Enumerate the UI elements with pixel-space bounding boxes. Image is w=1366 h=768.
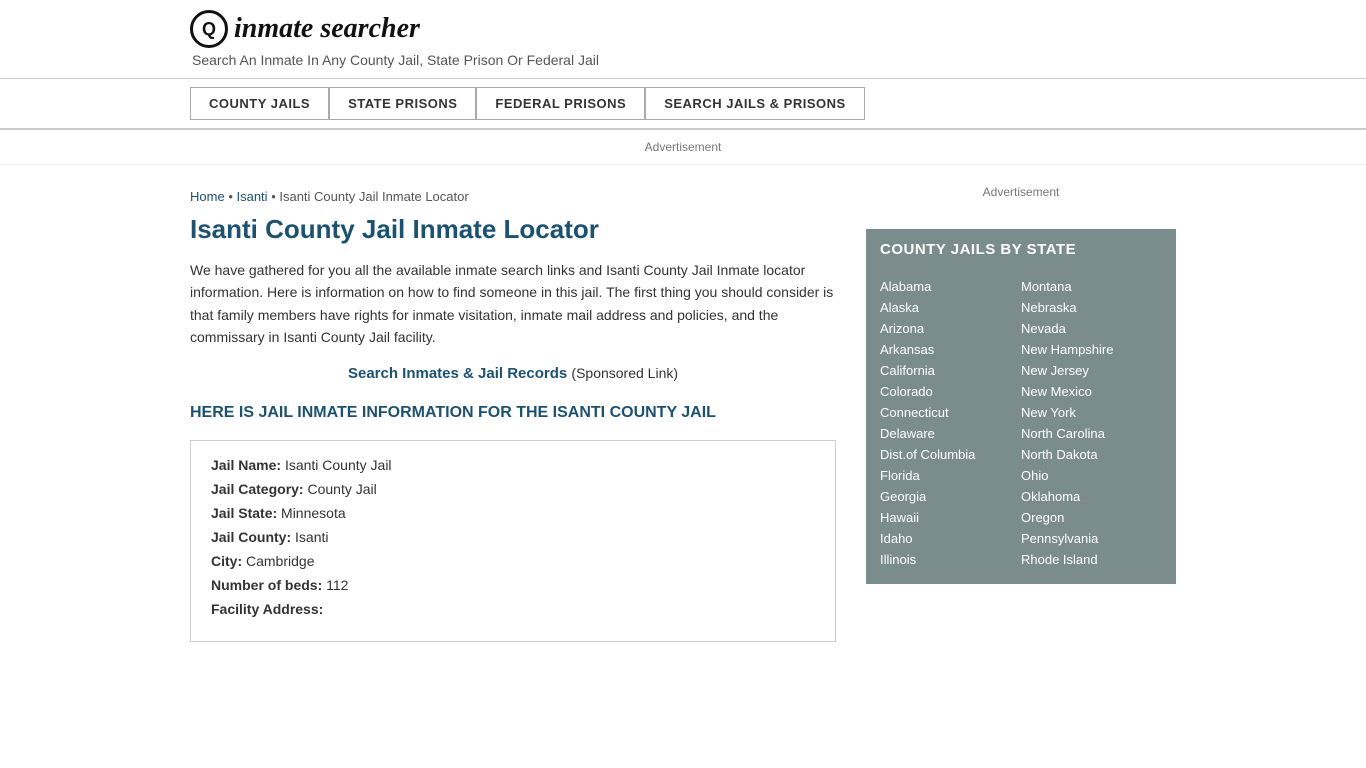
content-area: Home • Isanti • Isanti County Jail Inmat… [190,175,836,662]
info-row-city: City: Cambridge [211,553,815,569]
body-text: We have gathered for you all the availab… [190,259,836,349]
state-link[interactable]: Idaho [880,528,1021,549]
logo-icon: Q [190,10,228,48]
sponsored-link-area: Search Inmates & Jail Records (Sponsored… [190,365,836,382]
state-link[interactable]: Nevada [1021,318,1162,339]
logo-italic: searcher [320,13,420,44]
page-title: Isanti County Jail Inmate Locator [190,214,836,245]
state-link[interactable]: North Carolina [1021,423,1162,444]
sponsored-suffix: (Sponsored Link) [571,365,678,381]
label-jail-name: Jail Name: [211,457,285,473]
states-col1: AlabamaAlaskaArizonaArkansasCaliforniaCo… [880,276,1021,570]
states-col2: MontanaNebraskaNevadaNew HampshireNew Je… [1021,276,1162,570]
label-beds: Number of beds: [211,577,326,593]
state-link[interactable]: Rhode Island [1021,549,1162,570]
county-jails-box: COUNTY JAILS BY STATE AlabamaAlaskaArizo… [866,229,1176,584]
value-jail-name: Isanti County Jail [285,457,392,473]
label-category: Jail Category: [211,481,307,497]
state-link[interactable]: Hawaii [880,507,1021,528]
state-link[interactable]: Colorado [880,381,1021,402]
logo-text: inmate searcher [234,13,420,45]
info-row-beds: Number of beds: 112 [211,577,815,593]
info-row-jail-name: Jail Name: Isanti County Jail [211,457,815,473]
state-link[interactable]: Oklahoma [1021,486,1162,507]
state-link[interactable]: Oregon [1021,507,1162,528]
sidebar: Advertisement COUNTY JAILS BY STATE Alab… [866,175,1176,662]
label-address: Facility Address: [211,601,323,617]
nav-state-prisons[interactable]: STATE PRISONS [329,87,476,120]
value-category: County Jail [307,481,376,497]
ad-bar: Advertisement [0,130,1366,165]
info-box: Jail Name: Isanti County Jail Jail Categ… [190,440,836,642]
breadcrumb-current: Isanti County Jail Inmate Locator [279,189,468,204]
label-county: Jail County: [211,529,295,545]
value-city: Cambridge [246,553,314,569]
state-link[interactable]: Alaska [880,297,1021,318]
county-jails-title: COUNTY JAILS BY STATE [866,229,1176,270]
value-county: Isanti [295,529,328,545]
label-city: City: [211,553,246,569]
tagline: Search An Inmate In Any County Jail, Sta… [192,52,1176,68]
main-layout: Home • Isanti • Isanti County Jail Inmat… [0,175,1366,662]
state-link[interactable]: California [880,360,1021,381]
breadcrumb-isanti[interactable]: Isanti [236,189,267,204]
state-link[interactable]: Alabama [880,276,1021,297]
logo-plain: inmate [234,13,320,44]
nav-search-jails[interactable]: SEARCH JAILS & PRISONS [645,87,864,120]
state-link[interactable]: New Mexico [1021,381,1162,402]
navigation: COUNTY JAILS STATE PRISONS FEDERAL PRISO… [0,79,1366,130]
state-link[interactable]: New Jersey [1021,360,1162,381]
state-link[interactable]: New Hampshire [1021,339,1162,360]
label-state: Jail State: [211,505,281,521]
sponsored-link[interactable]: Search Inmates & Jail Records [348,365,571,382]
state-link[interactable]: Florida [880,465,1021,486]
state-link[interactable]: Delaware [880,423,1021,444]
info-row-county: Jail County: Isanti [211,529,815,545]
state-link[interactable]: Illinois [880,549,1021,570]
state-link[interactable]: Montana [1021,276,1162,297]
state-link[interactable]: Arizona [880,318,1021,339]
state-link[interactable]: Connecticut [880,402,1021,423]
state-link[interactable]: New York [1021,402,1162,423]
info-row-category: Jail Category: County Jail [211,481,815,497]
state-link[interactable]: North Dakota [1021,444,1162,465]
info-row-state: Jail State: Minnesota [211,505,815,521]
state-link[interactable]: Arkansas [880,339,1021,360]
value-state: Minnesota [281,505,346,521]
state-link[interactable]: Georgia [880,486,1021,507]
header: Q inmate searcher Search An Inmate In An… [0,0,1366,79]
breadcrumb-home[interactable]: Home [190,189,225,204]
state-link[interactable]: Ohio [1021,465,1162,486]
state-link[interactable]: Dist.of Columbia [880,444,1021,465]
state-link[interactable]: Nebraska [1021,297,1162,318]
state-link[interactable]: Pennsylvania [1021,528,1162,549]
breadcrumb: Home • Isanti • Isanti County Jail Inmat… [190,189,836,204]
states-grid: AlabamaAlaskaArizonaArkansasCaliforniaCo… [866,270,1176,584]
info-row-address: Facility Address: [211,601,815,617]
nav-county-jails[interactable]: COUNTY JAILS [190,87,329,120]
value-beds: 112 [326,577,348,593]
sidebar-ad: Advertisement [866,175,1176,209]
logo-area: Q inmate searcher [190,10,1176,48]
nav-federal-prisons[interactable]: FEDERAL PRISONS [476,87,645,120]
section-heading: HERE IS JAIL INMATE INFORMATION FOR THE … [190,402,836,424]
